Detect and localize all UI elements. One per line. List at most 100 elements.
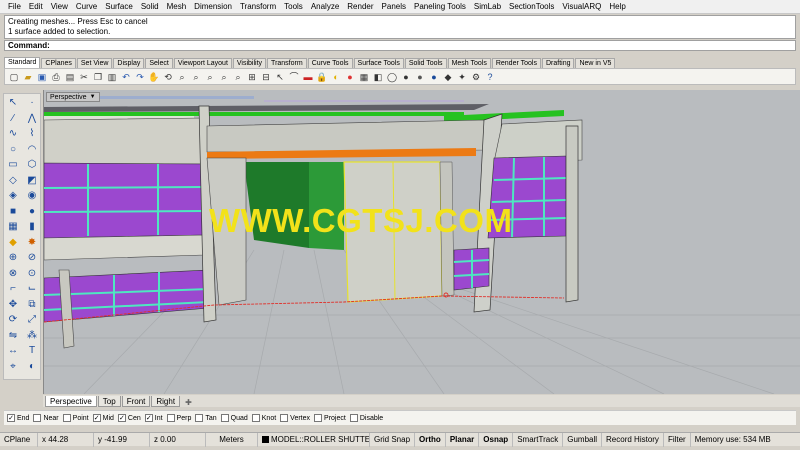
add-viewport-tab-icon[interactable]: ✚ [181, 398, 196, 407]
menu-item-help[interactable]: Help [605, 0, 629, 14]
split-icon[interactable]: ⊗ [5, 267, 21, 281]
osnap-checkbox[interactable]: ✓ [92, 414, 101, 422]
status-filter[interactable]: Filter [664, 432, 691, 447]
curve-tool-icon[interactable]: ∿ [5, 127, 21, 141]
curve-icon[interactable]: ⌒ [288, 71, 300, 83]
analyze-icon[interactable]: ⌖ [5, 360, 21, 374]
menu-item-analyze[interactable]: Analyze [307, 0, 343, 14]
osnap-point[interactable]: Point [62, 414, 89, 422]
zoom-all-icon[interactable]: ⌕ [232, 71, 244, 83]
help-icon[interactable]: ? [484, 71, 496, 83]
status-ortho[interactable]: Ortho [415, 432, 446, 447]
copy-tool-icon[interactable]: ⧉ [24, 298, 40, 312]
toolbar-tab-curve-tools[interactable]: Curve Tools [307, 58, 353, 68]
osnap-near[interactable]: Near [33, 414, 59, 422]
menu-item-tools[interactable]: Tools [280, 0, 307, 14]
group-icon[interactable]: ⊙ [24, 267, 40, 281]
osnap-mid[interactable]: ✓ Mid [92, 414, 114, 422]
properties-icon[interactable]: ◧ [372, 71, 384, 83]
osnap-knot[interactable]: Knot [251, 414, 276, 422]
toolbar-tab-transform[interactable]: Transform [267, 58, 307, 68]
arc-icon[interactable]: ◠ [24, 143, 40, 157]
new-file-icon[interactable]: ▢ [8, 71, 20, 83]
osnap-checkbox[interactable] [195, 414, 204, 422]
zoom-extents-icon[interactable]: ⌕ [204, 71, 216, 83]
viewport-tab-right[interactable]: Right [151, 396, 181, 407]
zoom-selected-icon[interactable]: ⌕ [218, 71, 230, 83]
status-osnap[interactable]: Osnap [479, 432, 514, 447]
viewport-title[interactable]: Perspective ▼ [46, 92, 100, 102]
toolbar-tab-viewport-layout[interactable]: Viewport Layout [173, 58, 232, 68]
boolean-icon[interactable]: ◆ [5, 236, 21, 250]
select-arrow-icon[interactable]: ↖ [5, 96, 21, 110]
car-icon[interactable]: ▬ [302, 71, 314, 83]
layer-icon[interactable]: ▦ [358, 71, 370, 83]
import-icon[interactable]: ▤ [64, 71, 76, 83]
osnap-checkbox[interactable] [62, 414, 71, 422]
color-wheel-icon[interactable]: ● [344, 71, 356, 83]
viewport-menu-arrow-icon[interactable]: ▼ [90, 93, 96, 102]
toolbar-tab-visibility[interactable]: Visibility [232, 58, 267, 68]
osnap-checkbox[interactable] [349, 414, 358, 422]
osnap-tan[interactable]: Tan [195, 414, 217, 422]
toolbar-tab-cplanes[interactable]: CPlanes [41, 58, 76, 68]
shaded-icon[interactable]: ● [400, 71, 412, 83]
move-icon[interactable]: ✥ [5, 298, 21, 312]
status-gumball[interactable]: Gumball [563, 432, 603, 447]
osnap-checkbox[interactable] [166, 414, 175, 422]
status-cplane[interactable]: CPlane [0, 432, 38, 447]
point-icon[interactable]: · [24, 96, 40, 110]
fillet-icon[interactable]: ⌐ [5, 282, 21, 296]
menu-item-dimension[interactable]: Dimension [190, 0, 236, 14]
line-icon[interactable]: ∕ [5, 112, 21, 126]
osnap-project[interactable]: Project [314, 414, 346, 422]
four-views-icon[interactable]: ⊞ [246, 71, 258, 83]
light-icon[interactable]: ◐ [330, 71, 342, 83]
menu-item-surface[interactable]: Surface [101, 0, 137, 14]
menu-item-curve[interactable]: Curve [72, 0, 101, 14]
zoom-icon[interactable]: ⌕ [176, 71, 188, 83]
menu-item-simlab[interactable]: SimLab [470, 0, 505, 14]
loft-icon[interactable]: ◈ [5, 189, 21, 203]
join-icon[interactable]: ⊕ [5, 251, 21, 265]
redo-icon[interactable]: ↷ [134, 71, 146, 83]
toolbar-tab-select[interactable]: Select [145, 58, 173, 68]
menu-item-edit[interactable]: Edit [25, 0, 47, 14]
trim-icon[interactable]: ⊘ [24, 251, 40, 265]
rectangle-icon[interactable]: ▭ [5, 158, 21, 172]
osnap-checkbox[interactable]: ✓ [117, 414, 126, 422]
osnap-cen[interactable]: ✓ Cen [117, 414, 141, 422]
status-layer[interactable]: MODEL::ROLLER SHUTTEF [258, 432, 370, 447]
viewport-tab-perspective[interactable]: Perspective [45, 396, 97, 407]
mesh-icon[interactable]: ▦ [5, 220, 21, 234]
array-icon[interactable]: ⁂ [24, 329, 40, 343]
menu-item-panels[interactable]: Panels [378, 0, 410, 14]
toolbar-tab-render-tools[interactable]: Render Tools [491, 58, 541, 68]
copy-icon[interactable]: ❐ [92, 71, 104, 83]
polygon-icon[interactable]: ⬡ [24, 158, 40, 172]
text-icon[interactable]: T [24, 344, 40, 358]
dimension-icon[interactable]: ↔ [5, 344, 21, 358]
osnap-checkbox[interactable] [251, 414, 260, 422]
freeform-icon[interactable]: ⌇ [24, 127, 40, 141]
status-units[interactable]: Meters [206, 432, 258, 447]
scene-canvas[interactable] [44, 90, 800, 394]
pan-icon[interactable]: ✋ [148, 71, 160, 83]
cplane-icon[interactable]: ⊟ [260, 71, 272, 83]
menu-item-render[interactable]: Render [343, 0, 377, 14]
sphere-icon[interactable]: ● [24, 205, 40, 219]
rotate-view-icon[interactable]: ⟲ [162, 71, 174, 83]
toolbar-tab-solid-tools[interactable]: Solid Tools [404, 58, 447, 68]
osnap-checkbox[interactable]: ✓ [144, 414, 153, 422]
toolbar-tab-surface-tools[interactable]: Surface Tools [353, 58, 404, 68]
osnap-checkbox[interactable] [314, 414, 323, 422]
chamfer-icon[interactable]: ⌙ [24, 282, 40, 296]
command-input[interactable]: Command: [4, 40, 796, 51]
menu-item-file[interactable]: File [4, 0, 25, 14]
osnap-checkbox[interactable]: ✓ [7, 414, 15, 422]
menu-item-paneling-tools[interactable]: Paneling Tools [410, 0, 470, 14]
wireframe-icon[interactable]: ◯ [386, 71, 398, 83]
menu-item-mesh[interactable]: Mesh [163, 0, 191, 14]
osnap-vertex[interactable]: Vertex [280, 414, 310, 422]
mirror-icon[interactable]: ⇋ [5, 329, 21, 343]
